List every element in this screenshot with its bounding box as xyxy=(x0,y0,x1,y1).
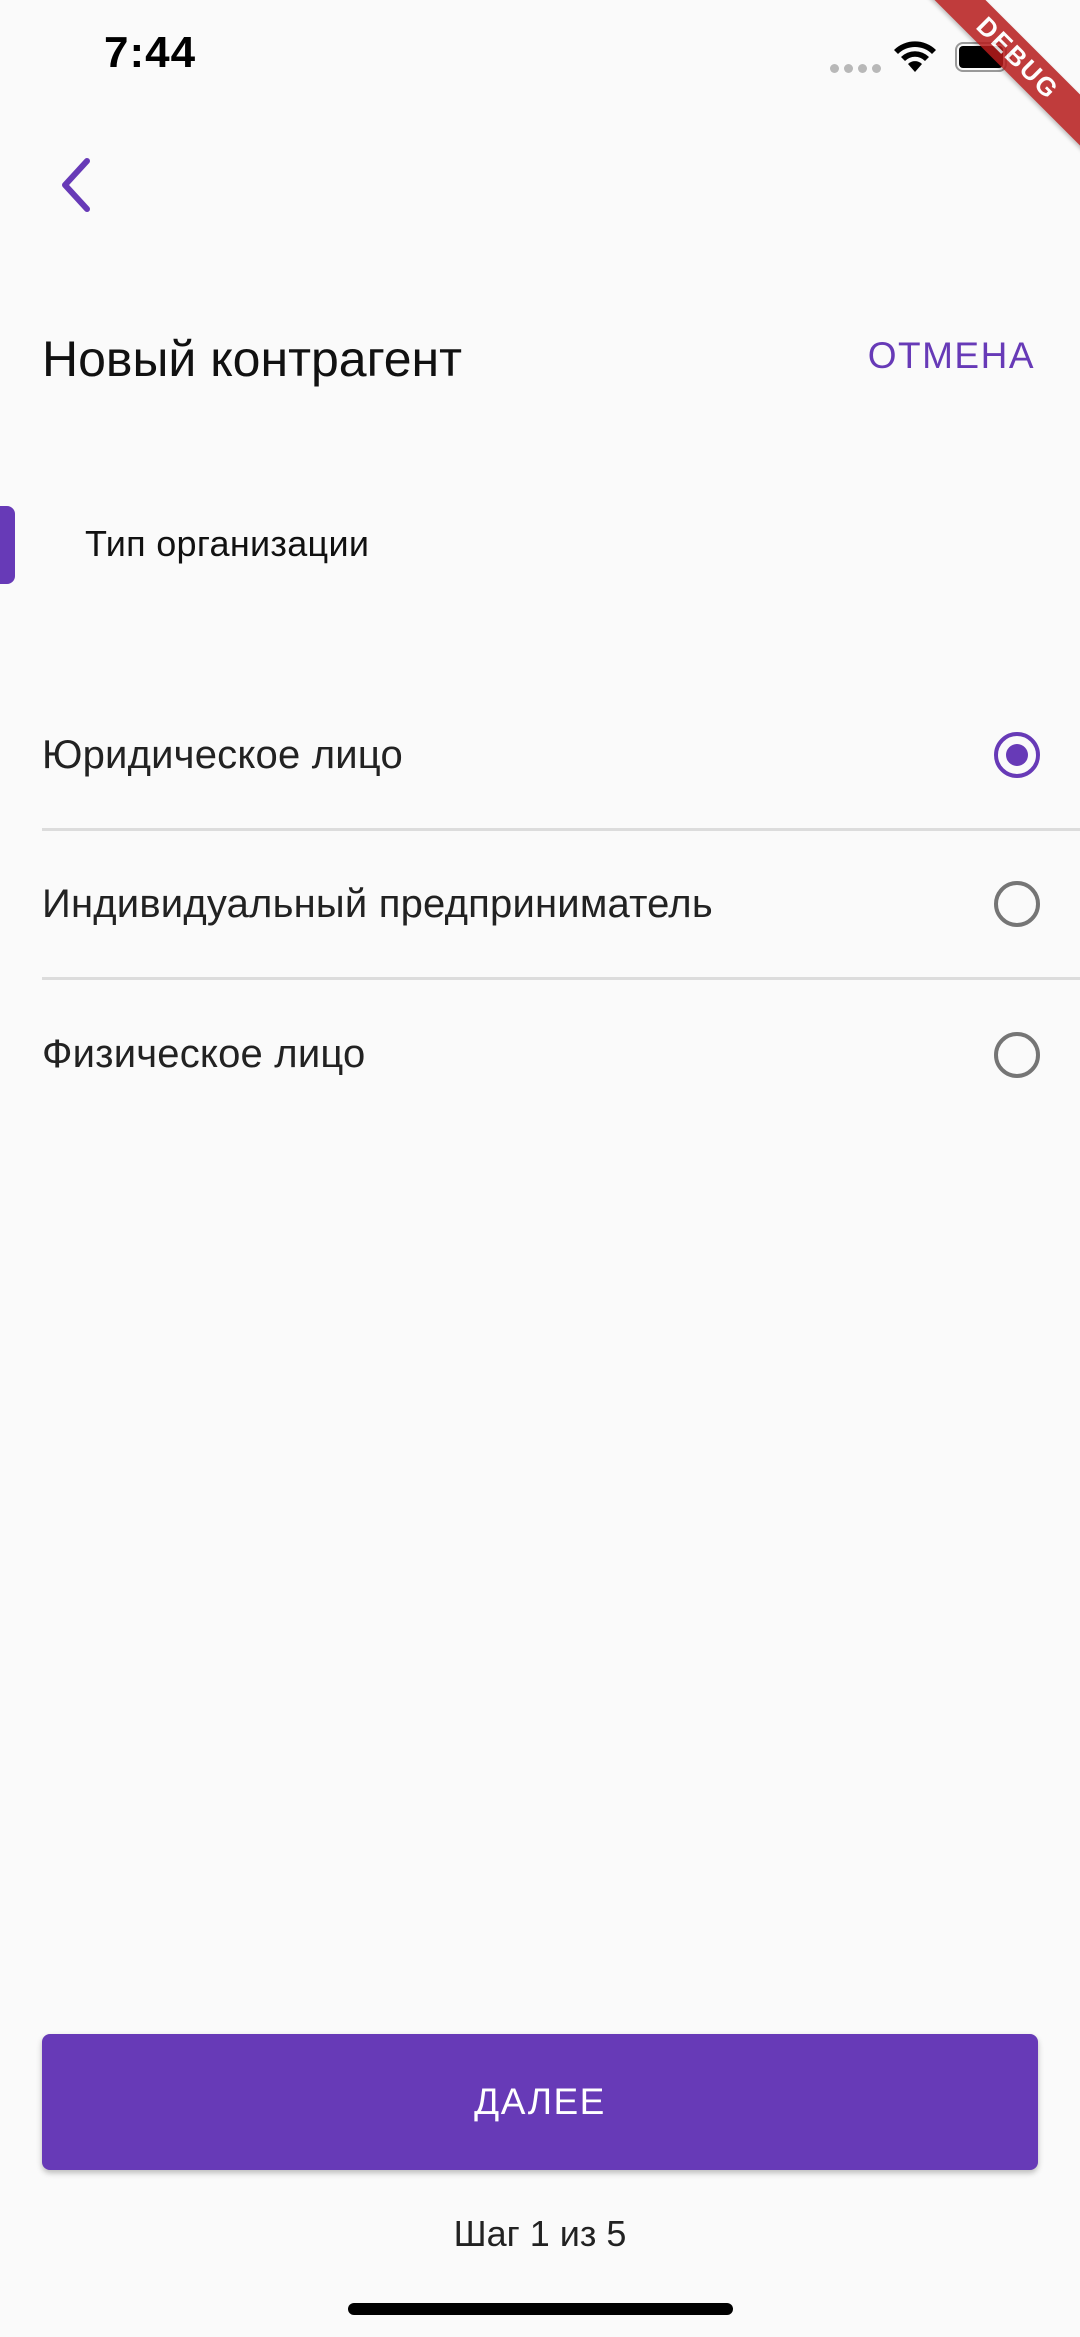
option-legal-entity[interactable]: Юридическое лицо xyxy=(42,682,1080,831)
radio-unselected-icon[interactable] xyxy=(994,881,1040,927)
page-title: Новый контрагент xyxy=(42,331,463,387)
screen: 7:44 DEBUG Новый контрагент ОТМЕНА Тип о… xyxy=(0,0,1080,2337)
organization-type-options: Юридическое лицо Индивидуальный предприн… xyxy=(42,682,1080,1129)
option-individual-entrepreneur[interactable]: Индивидуальный предприниматель xyxy=(42,831,1080,980)
section-label: Тип организации xyxy=(85,523,370,564)
back-button[interactable] xyxy=(40,150,110,220)
option-natural-person[interactable]: Физическое лицо xyxy=(42,980,1080,1129)
chevron-left-icon xyxy=(62,158,90,212)
next-button[interactable]: ДАЛЕЕ xyxy=(42,2034,1038,2170)
wifi-icon xyxy=(894,41,936,72)
home-indicator[interactable] xyxy=(348,2303,733,2315)
option-label: Индивидуальный предприниматель xyxy=(42,881,713,926)
section-indicator xyxy=(0,506,15,584)
option-label: Юридическое лицо xyxy=(42,732,403,777)
status-time: 7:44 xyxy=(104,28,197,77)
radio-selected-icon[interactable] xyxy=(994,732,1040,778)
signal-icon xyxy=(830,64,881,73)
option-label: Физическое лицо xyxy=(42,1032,366,1076)
radio-unselected-icon[interactable] xyxy=(994,1031,1040,1078)
cancel-button[interactable]: ОТМЕНА xyxy=(868,335,1035,377)
status-bar: 7:44 xyxy=(0,0,1080,120)
step-indicator: Шаг 1 из 5 xyxy=(453,2213,627,2254)
